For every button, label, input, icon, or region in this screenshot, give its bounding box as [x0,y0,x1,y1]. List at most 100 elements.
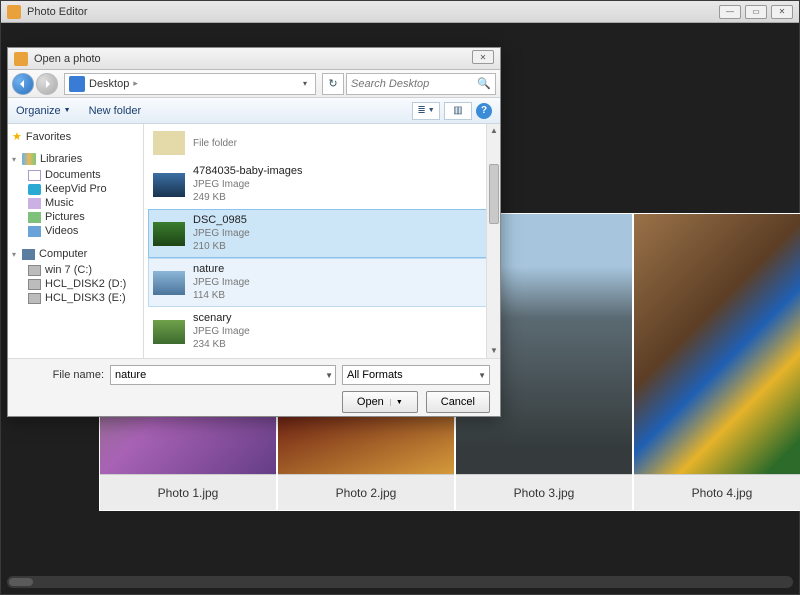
app-body: Photo 1.jpg Photo 2.jpg Photo 3.jpg Phot… [1,23,799,594]
scrollbar-thumb[interactable] [489,164,499,224]
dialog-titlebar[interactable]: Open a photo ✕ [8,48,500,70]
tree-item-keepvid[interactable]: KeepVid Pro [12,182,139,196]
open-label: Open [357,396,384,408]
breadcrumb-bar[interactable]: Desktop ▸ ▾ [64,73,316,95]
refresh-button[interactable]: ↻ [322,73,344,95]
preview-pane-button[interactable]: ▥ [444,102,472,120]
tree-item-music[interactable]: Music [12,196,139,210]
image-thumbnail [153,173,185,197]
photo-thumbnail [634,214,800,474]
tree-item-pictures[interactable]: Pictures [12,210,139,224]
dialog-close-button[interactable]: ✕ [472,50,494,64]
view-icon: ≣ [417,105,425,116]
photo-caption: Photo 1.jpg [100,474,276,510]
file-row[interactable]: File folder [148,126,496,160]
libraries-icon [22,153,36,165]
photo-caption: Photo 4.jpg [634,474,800,510]
tree-item-videos[interactable]: Videos [12,224,139,238]
forward-button[interactable] [36,73,58,95]
search-box[interactable]: 🔍 [346,73,496,95]
filetype-filter[interactable]: All Formats ▼ [342,365,490,385]
file-size: 114 KB [193,289,250,302]
search-input[interactable] [351,78,491,90]
tree-item-drive-e[interactable]: HCL_DISK3 (E:) [12,291,139,305]
arrow-right-icon [42,79,52,89]
tree-favorites[interactable]: ★ Favorites [12,130,139,143]
photo-cell[interactable]: Photo 4.jpg [633,213,800,511]
file-type: JPEG Image [193,276,250,289]
scroll-down-button[interactable]: ▼ [487,344,500,358]
file-row[interactable]: DSC_0985JPEG Image210 KB [148,209,496,258]
file-row[interactable]: scenaryJPEG Image234 KB [148,307,496,356]
file-type: JPEG Image [193,325,250,338]
dialog-toolbar: Organize▼ New folder ≣▼ ▥ ? [8,98,500,124]
tree-item-drive-d[interactable]: HCL_DISK2 (D:) [12,277,139,291]
cancel-button[interactable]: Cancel [426,391,490,413]
breadcrumb-location[interactable]: Desktop [89,78,129,90]
file-size: 234 KB [193,338,250,351]
chevron-down-icon: ▾ [12,155,16,164]
open-file-dialog: Open a photo ✕ Desktop ▸ ▾ ↻ 🔍 [7,47,501,417]
image-thumbnail [153,222,185,246]
tree-computer[interactable]: ▾ Computer [12,248,139,260]
vertical-scrollbar[interactable]: ▲ ▼ [486,124,500,358]
image-thumbnail [153,320,185,344]
filename-input[interactable] [115,369,331,381]
new-folder-button[interactable]: New folder [89,105,142,117]
file-name: scenary [193,312,250,325]
filename-field[interactable]: ▼ [110,365,336,385]
arrow-left-icon [18,79,28,89]
dialog-nav: Desktop ▸ ▾ ↻ 🔍 [8,70,500,98]
close-button[interactable]: ✕ [771,5,793,19]
computer-icon [22,249,35,260]
file-name: nature [193,263,250,276]
file-row[interactable]: 4784035-baby-imagesJPEG Image249 KB [148,160,496,209]
horizontal-scrollbar[interactable] [7,576,793,588]
help-button[interactable]: ? [476,103,492,119]
minimize-button[interactable]: — [719,5,741,19]
file-name: DSC_0985 [193,214,250,227]
image-thumbnail [153,271,185,295]
disk-icon [28,279,41,290]
app-titlebar[interactable]: Photo Editor — ▭ ✕ [1,1,799,23]
tree-libraries[interactable]: ▾Libraries [12,153,139,165]
app-window: Photo Editor — ▭ ✕ Photo 1.jpg Photo 2.j… [0,0,800,595]
dialog-icon [14,52,28,66]
tree-item-label: HCL_DISK3 (E:) [45,292,126,304]
dialog-title: Open a photo [34,53,494,65]
tree-item-documents[interactable]: Documents [12,168,139,182]
breadcrumb-dropdown[interactable]: ▾ [297,79,313,88]
folder-icon [153,131,185,155]
chevron-down-icon: ▾ [12,250,16,259]
star-icon: ★ [12,130,22,143]
app-icon [28,184,41,195]
open-button[interactable]: Open ▼ [342,391,418,413]
chevron-down-icon: ▼ [64,107,71,114]
chevron-down-icon: ▼ [428,107,435,114]
tree-item-label: Pictures [45,211,85,223]
tree-item-drive-c[interactable]: win 7 (C:) [12,263,139,277]
music-icon [28,198,41,209]
favorites-label: Favorites [26,131,71,143]
file-type: File folder [193,137,237,150]
scrollbar-thumb[interactable] [9,578,33,586]
tree-item-label: Videos [45,225,78,237]
file-row[interactable]: selfieJPEG Image81.7 KB [148,356,496,358]
photo-caption: Photo 2.jpg [278,474,454,510]
view-mode-button[interactable]: ≣▼ [412,102,440,120]
dialog-footer: File name: ▼ All Formats ▼ Open ▼ Cancel [8,358,500,416]
organize-menu[interactable]: Organize▼ [16,105,71,117]
chevron-down-icon[interactable]: ▼ [390,399,403,406]
app-title: Photo Editor [27,6,719,18]
file-list-area: File folder 4784035-baby-imagesJPEG Imag… [144,124,500,358]
maximize-button[interactable]: ▭ [745,5,767,19]
tree-item-label: Documents [45,169,101,181]
tree-item-label: KeepVid Pro [45,183,107,195]
chevron-down-icon[interactable]: ▼ [325,371,333,380]
filename-label: File name: [18,369,104,381]
chevron-down-icon[interactable]: ▼ [478,371,486,380]
back-button[interactable] [12,73,34,95]
file-row[interactable]: natureJPEG Image114 KB [148,258,496,307]
computer-label: Computer [39,248,87,260]
scroll-up-button[interactable]: ▲ [487,124,500,138]
